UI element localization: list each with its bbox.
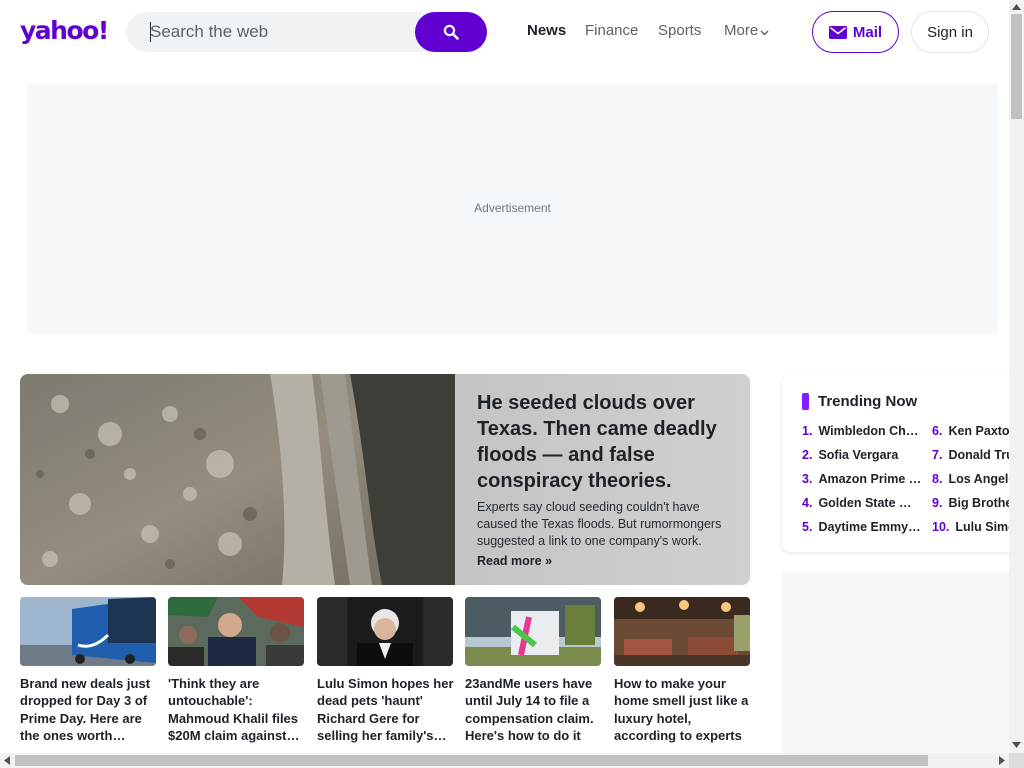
story-image[interactable] <box>168 597 304 666</box>
scroll-down-arrow-icon[interactable] <box>1012 742 1021 748</box>
story-title[interactable]: How to make your home smell just like a … <box>614 675 751 745</box>
search-input[interactable] <box>126 12 416 52</box>
mail-button[interactable]: Mail <box>812 11 899 53</box>
sidebar-ad-slot[interactable] <box>782 572 1022 757</box>
story-card[interactable]: 23andMe users have until July 14 to file… <box>465 597 602 745</box>
story-cards: Brand new deals just dropped for Day 3 o… <box>20 597 750 747</box>
yahoo-logo[interactable]: yahoo! <box>20 17 109 45</box>
trending-rank: 9. <box>932 496 943 510</box>
trending-rank: 6. <box>932 424 943 438</box>
trending-accent-bar <box>802 393 809 410</box>
trending-label: Daytime Emmy Awards <box>818 520 922 534</box>
nav-news[interactable]: News <box>527 22 566 40</box>
scroll-right-arrow-icon[interactable] <box>999 756 1005 765</box>
ad-label: Advertisement <box>474 201 551 215</box>
story-title[interactable]: 'Think they are untouchable': Mahmoud Kh… <box>168 675 305 745</box>
story-image[interactable] <box>317 597 453 666</box>
story-card[interactable]: How to make your home smell just like a … <box>614 597 751 745</box>
nav-sports[interactable]: Sports <box>658 22 701 40</box>
vertical-scroll-thumb[interactable] <box>1011 14 1022 119</box>
story-title[interactable]: Brand new deals just dropped for Day 3 o… <box>20 675 157 745</box>
hero-text: He seeded clouds over Texas. Then came d… <box>477 390 735 568</box>
story-card[interactable]: 'Think they are untouchable': Mahmoud Kh… <box>168 597 305 745</box>
trending-label: Wimbledon Championships <box>818 424 922 438</box>
trending-label: Golden State Warriors <box>818 496 922 510</box>
trending-rank: 10. <box>932 520 950 534</box>
trending-rank: 1. <box>802 424 813 438</box>
trending-label: Ken Paxton <box>948 424 1018 438</box>
trending-rank: 8. <box>932 472 943 486</box>
trending-item[interactable]: 3. Amazon Prime Day <box>802 472 922 486</box>
nav-more[interactable]: More <box>724 22 769 40</box>
sign-in-button[interactable]: Sign in <box>911 11 989 53</box>
story-title[interactable]: 23andMe users have until July 14 to file… <box>465 675 602 745</box>
scrollbar-corner <box>1009 753 1024 768</box>
mail-label: Mail <box>852 23 883 41</box>
text-caret <box>150 22 151 42</box>
trending-header: Trending Now <box>802 393 917 410</box>
trending-label: Amazon Prime Day <box>818 472 922 486</box>
scroll-up-arrow-icon[interactable] <box>1012 4 1021 10</box>
trending-title: Trending Now <box>818 393 918 410</box>
nav-more-label: More <box>724 22 759 39</box>
trending-rank: 3. <box>802 472 813 486</box>
hero-image[interactable] <box>20 374 455 585</box>
trending-item[interactable]: 5. Daytime Emmy Awards <box>802 520 922 534</box>
story-image[interactable] <box>465 597 601 666</box>
top-header: yahoo! News Finance Sports More Mail Sig… <box>0 0 1009 64</box>
story-title[interactable]: Lulu Simon hopes her dead pets 'haunt' R… <box>317 675 454 745</box>
nav-finance[interactable]: Finance <box>585 22 638 40</box>
search-icon <box>443 24 459 40</box>
hero-story[interactable]: He seeded clouds over Texas. Then came d… <box>20 374 750 585</box>
chevron-down-icon <box>760 30 769 36</box>
story-card[interactable]: Lulu Simon hopes her dead pets 'haunt' R… <box>317 597 454 745</box>
trending-label: Big Brother <box>948 496 1018 510</box>
trending-rank: 2. <box>802 448 813 462</box>
hero-headline[interactable]: He seeded clouds over Texas. Then came d… <box>477 390 735 494</box>
horizontal-scroll-thumb[interactable] <box>15 755 928 766</box>
search-button[interactable] <box>415 12 487 52</box>
hero-summary: Experts say cloud seeding couldn't have … <box>477 500 722 548</box>
story-image[interactable] <box>614 597 750 666</box>
scroll-left-arrow-icon[interactable] <box>4 756 10 765</box>
story-image[interactable] <box>20 597 156 666</box>
mail-icon <box>828 25 847 39</box>
story-card[interactable]: Brand new deals just dropped for Day 3 o… <box>20 597 157 745</box>
read-more-link[interactable]: Read more » <box>477 554 735 568</box>
trending-rank: 7. <box>932 448 943 462</box>
trending-label: Sofia Vergara <box>818 448 899 462</box>
trending-panel: Trending Now 1. Wimbledon Championships 2… <box>782 374 1022 552</box>
trending-item[interactable]: 2. Sofia Vergara <box>802 448 922 462</box>
trending-item[interactable]: 1. Wimbledon Championships <box>802 424 922 438</box>
trending-rank: 4. <box>802 496 813 510</box>
trending-item[interactable]: 4. Golden State Warriors <box>802 496 922 510</box>
ad-banner[interactable]: Advertisement <box>27 84 998 334</box>
trending-rank: 5. <box>802 520 813 534</box>
